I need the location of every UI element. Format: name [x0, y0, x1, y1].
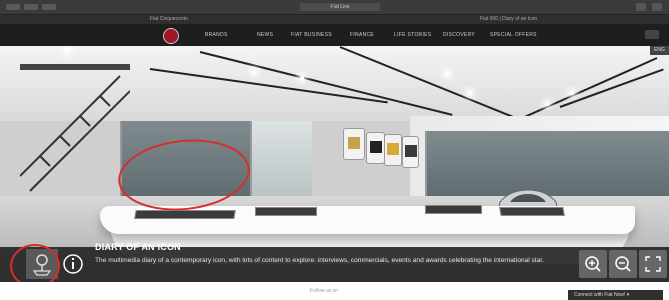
zoom-out-icon — [615, 256, 631, 272]
toolbar-button[interactable] — [652, 3, 662, 11]
chat-widget-button[interactable]: Connect with Fiat Now! ▾ — [568, 290, 663, 300]
page-subtitle: Fiat 500 | Diary of an Icon — [480, 16, 538, 22]
page-host: Fiat Cinquecento — [150, 16, 188, 22]
window-control[interactable] — [6, 4, 20, 10]
address-bar[interactable]: Fiat Cinquecento Fiat 500 | Diary of an … — [0, 15, 669, 24]
exhibit-panel[interactable] — [366, 132, 385, 164]
exhibit-panel[interactable] — [402, 136, 419, 168]
browser-chrome: Fiat Live — [0, 0, 669, 15]
zoom-in-icon — [585, 256, 601, 272]
ceiling-light — [300, 76, 304, 80]
nav-item[interactable]: NEWS — [257, 32, 273, 38]
fullscreen-icon — [645, 256, 661, 272]
zoom-in-button[interactable] — [579, 250, 607, 278]
table-display-screen[interactable] — [499, 207, 565, 216]
nav-item[interactable]: BRANDS — [205, 32, 228, 38]
hotspot-description: The multimedia diary of a contemporary i… — [95, 257, 544, 264]
zoom-out-button[interactable] — [609, 250, 637, 278]
exhibit-panel[interactable] — [343, 128, 365, 160]
table-display-screen[interactable] — [255, 207, 317, 216]
fiat-logo[interactable] — [163, 28, 179, 44]
glass-partition — [250, 121, 312, 201]
page-footer: Follow us on Connect with Fiat Now! ▾ — [0, 282, 669, 300]
ceiling-light — [570, 91, 574, 95]
footer-social-label: Follow us on — [310, 288, 339, 294]
fullscreen-button[interactable] — [639, 250, 667, 278]
window-control[interactable] — [24, 4, 38, 10]
ceiling-light — [252, 70, 256, 74]
nav-item[interactable]: SPECIAL OFFERS — [490, 32, 537, 38]
exhibit-panel[interactable] — [384, 134, 402, 166]
toolbar-button[interactable] — [636, 3, 646, 11]
ceiling-light — [65, 48, 69, 52]
nav-item[interactable]: DISCOVERY — [443, 32, 475, 38]
ceiling-light — [468, 91, 472, 95]
window-control[interactable] — [42, 4, 56, 10]
account-button[interactable] — [645, 30, 659, 39]
table-display-screen[interactable] — [425, 205, 482, 214]
tab-title[interactable]: Fiat Live — [300, 3, 380, 11]
hotspot-title: DIARY OF AN ICON — [95, 242, 181, 252]
nav-item[interactable]: FINANCE — [350, 32, 374, 38]
ceiling-light — [445, 72, 449, 76]
ceiling-light — [545, 102, 549, 106]
language-label[interactable]: ENG — [650, 46, 669, 55]
nav-item[interactable]: LIFE STORIES — [394, 32, 431, 38]
staircase — [20, 64, 130, 192]
info-icon — [63, 254, 83, 274]
table-display-screen[interactable] — [134, 210, 236, 219]
site-nav: BRANDS NEWS FIAT BUSINESS FINANCE LIFE S… — [0, 24, 669, 46]
nav-item[interactable]: FIAT BUSINESS — [291, 32, 332, 38]
info-button[interactable] — [60, 251, 86, 277]
